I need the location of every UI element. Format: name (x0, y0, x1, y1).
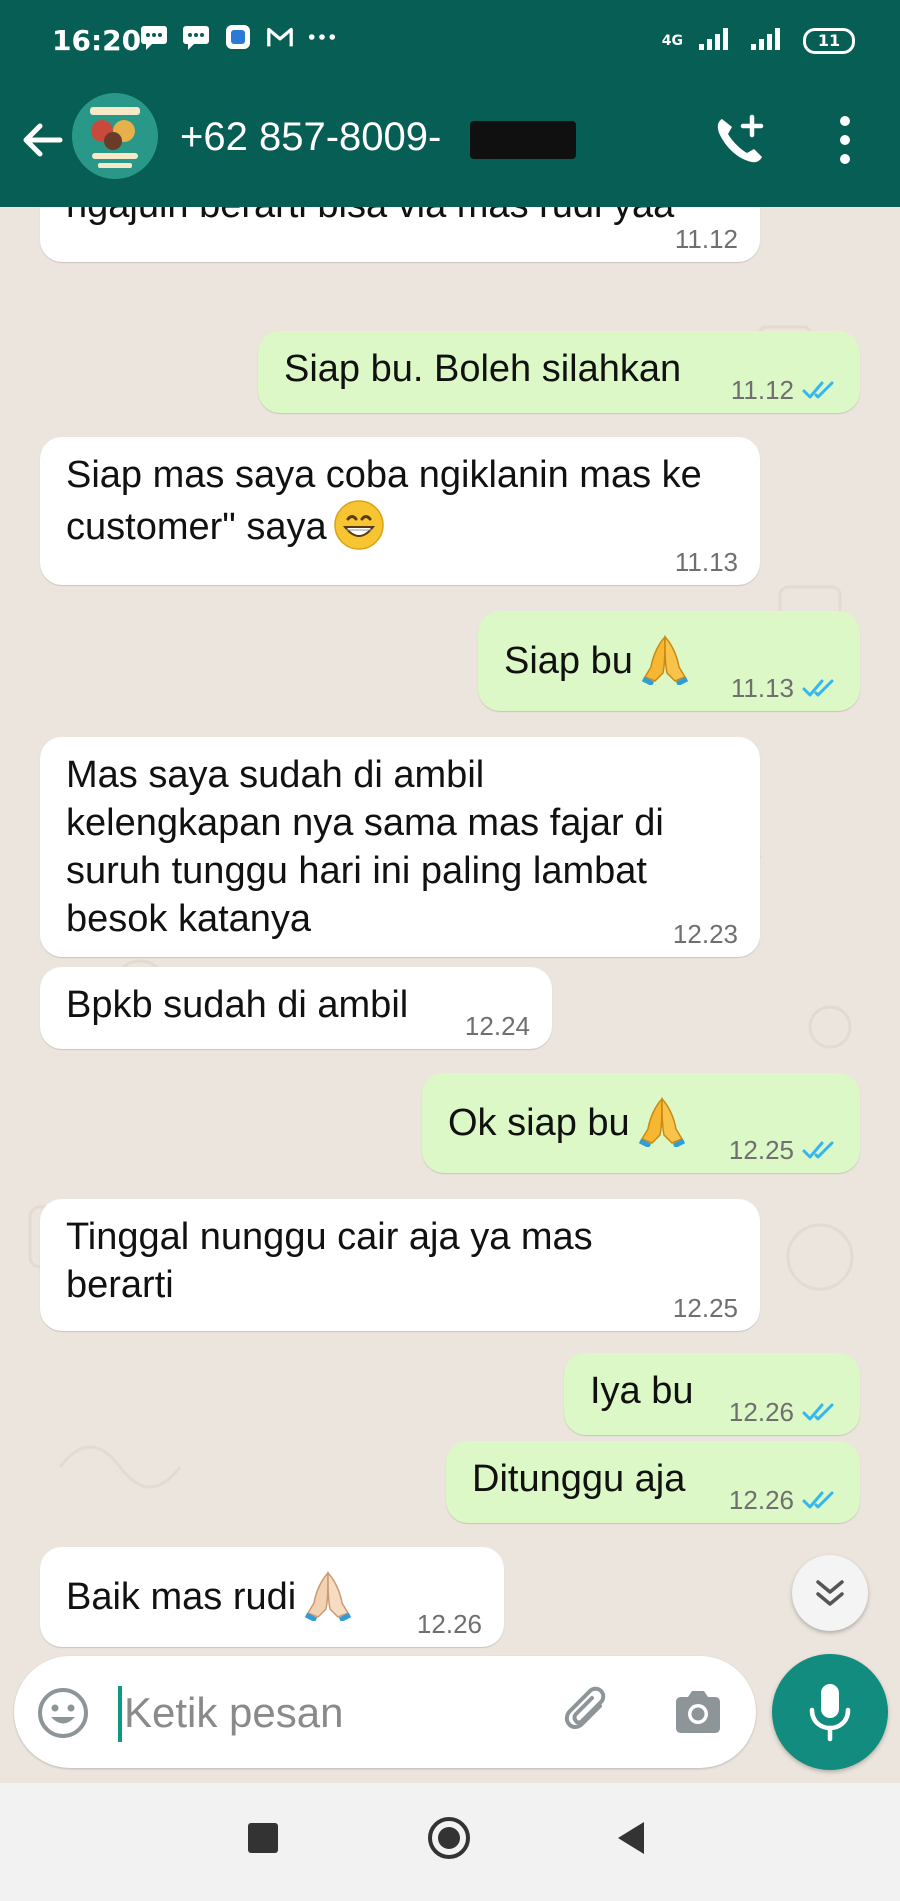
message-meta: 11.13 (731, 673, 838, 703)
message-meta: 12.26 (417, 1609, 482, 1639)
folded-hands-emoji (305, 1571, 352, 1621)
message-time: 12.25 (728, 1135, 794, 1165)
message-time: 12.24 (464, 1011, 530, 1041)
message-text: Tinggal nunggu cair aja ya mas (66, 1216, 593, 1258)
message-meta: 12.25 (673, 1293, 738, 1323)
outgoing-message[interactable]: Siap bu. Boleh silahkan 11.12 (258, 331, 860, 413)
message-text: ngajuin berarti bisa via mas rudi yaa (66, 207, 734, 229)
voice-message-button[interactable] (772, 1654, 888, 1770)
message-meta: 12.25 (729, 1135, 838, 1165)
message-text: Bpkb sudah di ambil (66, 984, 409, 1026)
scroll-to-bottom-button[interactable] (792, 1555, 868, 1631)
incoming-message[interactable]: Mas saya sudah di ambil kelengkapan nya … (40, 737, 760, 957)
double-check-icon (802, 381, 834, 399)
back-arrow-icon[interactable] (18, 115, 68, 165)
message-time: 11.13 (730, 673, 794, 703)
emoji-icon[interactable] (36, 1686, 90, 1740)
incoming-message[interactable]: Baik mas rudi 12.26 (40, 1547, 504, 1647)
message-input[interactable] (122, 1676, 546, 1750)
message-text: Baik mas rudi (66, 1576, 297, 1618)
incoming-message[interactable]: Bpkb sudah di ambil 12.24 (40, 967, 552, 1049)
signal-icon (751, 24, 787, 57)
recent-apps-icon[interactable] (248, 1823, 278, 1853)
message-text: Ok siap bu (448, 1102, 630, 1144)
message-text: suruh tunggu hari ini paling lambat (66, 850, 647, 892)
chat-toolbar: +62 857-8009- (0, 85, 900, 207)
microphone-icon (809, 1684, 851, 1742)
battery-level: 11 (817, 31, 841, 50)
signal-icon (699, 24, 735, 57)
message-time: 12.23 (672, 919, 738, 949)
message-time: 11.13 (674, 547, 738, 577)
redacted-digits (470, 121, 576, 159)
system-navigation-bar (0, 1783, 900, 1901)
chat-area[interactable]: ngajuin berarti bisa via mas rudi yaa 11… (0, 207, 900, 1652)
outgoing-message[interactable]: Ditunggu aja 12.26 (446, 1441, 860, 1523)
folded-hands-emoji (638, 1097, 685, 1147)
message-time: 12.26 (416, 1609, 482, 1639)
contact-name[interactable]: +62 857-8009- (180, 115, 441, 160)
folded-hands-emoji (641, 635, 689, 685)
add-call-icon[interactable] (712, 113, 768, 167)
incoming-message[interactable]: Siap mas saya coba ngiklanin mas ke cust… (40, 437, 760, 585)
incoming-message[interactable]: ngajuin berarti bisa via mas rudi yaa 11… (40, 207, 760, 262)
status-time: 16:20 (52, 24, 142, 57)
message-input-bar (14, 1656, 756, 1768)
message-text: customer" saya (66, 506, 327, 548)
outgoing-message[interactable]: Ok siap bu 12.25 (422, 1073, 860, 1173)
message-time: 11.12 (674, 224, 738, 254)
paperclip-icon[interactable] (560, 1684, 616, 1740)
double-check-icon (802, 679, 834, 697)
double-check-icon (802, 1141, 834, 1159)
app-icon (224, 24, 252, 50)
outgoing-message[interactable]: Siap bu 11.13 (478, 611, 860, 711)
double-chevron-down-icon (816, 1580, 844, 1606)
message-text: berarti (66, 1264, 174, 1306)
message-meta: 11.12 (731, 375, 838, 405)
app-header: 16:20 4G 11 +62 857-8009- (0, 0, 900, 207)
home-icon[interactable] (428, 1817, 470, 1859)
status-right: 4G 11 (662, 24, 855, 57)
message-meta: 11.13 (675, 547, 738, 577)
double-check-icon (802, 1403, 834, 1421)
network-label: 4G (661, 32, 683, 49)
camera-icon[interactable] (670, 1684, 726, 1740)
message-icon (182, 24, 210, 50)
message-text: besok katanya (66, 898, 312, 940)
message-text: Siap mas saya coba ngiklanin mas ke (66, 454, 702, 496)
message-meta: 11.12 (675, 224, 738, 254)
outgoing-message[interactable]: Iya bu 12.26 (564, 1353, 860, 1435)
message-time: 12.26 (728, 1485, 794, 1515)
message-text: Mas saya sudah di ambil (66, 754, 485, 796)
more-vertical-icon[interactable] (830, 113, 860, 167)
message-meta: 12.23 (673, 919, 738, 949)
message-time: 12.26 (728, 1397, 794, 1427)
incoming-message[interactable]: Tinggal nunggu cair aja ya mas berarti 1… (40, 1199, 760, 1331)
gmail-icon (266, 24, 294, 50)
status-bar: 16:20 4G 11 (0, 0, 900, 85)
message-meta: 12.26 (729, 1397, 838, 1427)
battery-icon: 11 (803, 27, 855, 54)
message-time: 12.25 (672, 1293, 738, 1323)
back-triangle-icon[interactable] (614, 1819, 648, 1857)
notification-icons (140, 24, 336, 50)
contact-avatar[interactable] (72, 93, 158, 179)
message-icon (140, 24, 168, 50)
message-meta: 12.26 (729, 1485, 838, 1515)
message-text: Siap bu (504, 640, 633, 682)
double-check-icon (802, 1491, 834, 1509)
message-meta: 12.24 (465, 1011, 530, 1041)
message-text: kelengkapan nya sama mas fajar di (66, 802, 664, 844)
more-dots-icon (308, 24, 336, 50)
message-time: 11.12 (730, 375, 794, 405)
grinning-face-emoji (333, 500, 384, 550)
